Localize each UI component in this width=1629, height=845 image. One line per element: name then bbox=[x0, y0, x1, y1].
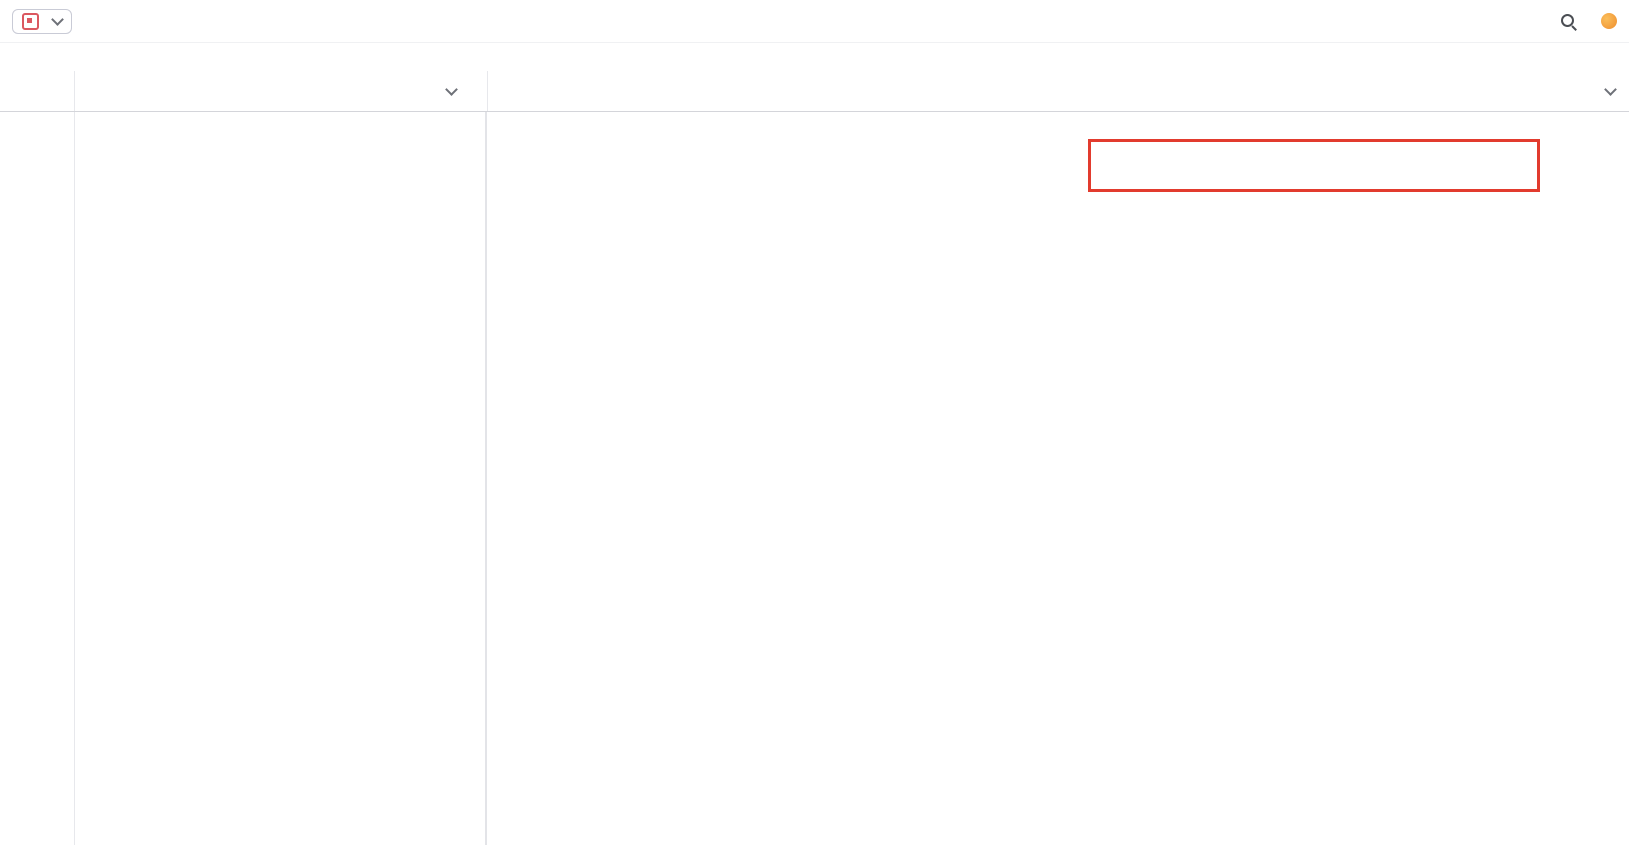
editor-left[interactable] bbox=[75, 112, 485, 845]
breadcrumb bbox=[0, 43, 1629, 71]
scrollbar-left[interactable] bbox=[469, 112, 485, 845]
tab-group-left bbox=[75, 71, 447, 111]
project-tree-panel bbox=[0, 112, 75, 845]
tab-strip bbox=[0, 71, 1629, 112]
editor-right[interactable] bbox=[487, 112, 1629, 845]
hidden-tabs-icon-right[interactable] bbox=[1592, 71, 1629, 111]
ide-window bbox=[0, 0, 1629, 845]
scrollbar-right[interactable] bbox=[1613, 112, 1629, 845]
chevron-down-icon bbox=[51, 13, 64, 26]
main-toolbar bbox=[0, 0, 1629, 43]
hidden-tabs-icon-left[interactable] bbox=[445, 83, 458, 96]
search-icon[interactable] bbox=[1560, 13, 1577, 30]
branch-widget[interactable] bbox=[12, 9, 72, 34]
tab-group-right bbox=[487, 71, 1592, 111]
project-icon bbox=[22, 13, 39, 30]
inspection-widget-right[interactable] bbox=[1532, 115, 1544, 119]
editor-area bbox=[0, 112, 1629, 845]
project-panel-header bbox=[0, 71, 75, 111]
tab-group-left-extra bbox=[447, 71, 487, 111]
profile-icon[interactable] bbox=[1601, 13, 1617, 29]
inspection-widget-left[interactable] bbox=[451, 115, 463, 119]
